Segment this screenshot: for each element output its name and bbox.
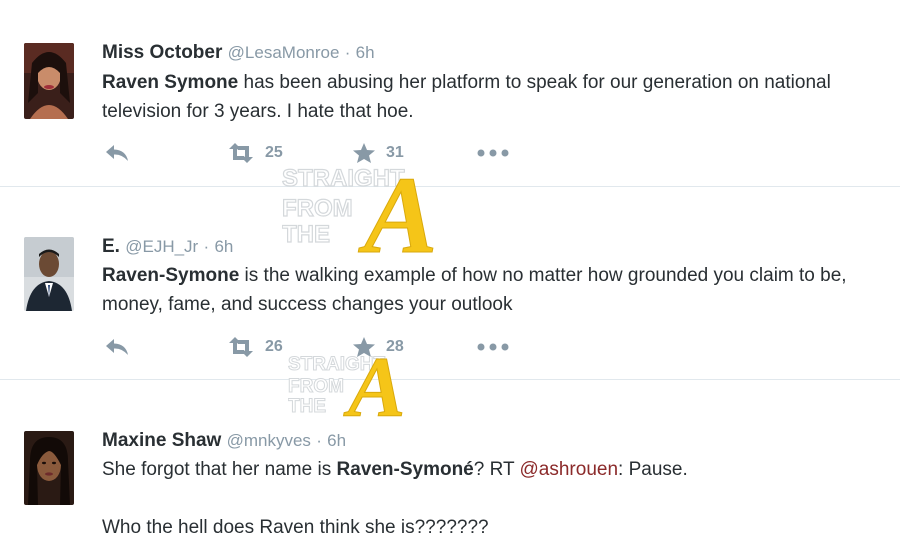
bold-keyword: Raven Symone [102, 72, 239, 93]
display-name[interactable]: E. [102, 236, 120, 257]
more-dots-icon [476, 336, 510, 358]
separator-dot: · [344, 43, 351, 62]
tweet-line: Who the hell does Raven think she is????… [102, 517, 489, 538]
user-handle[interactable]: @EJH_Jr [125, 237, 198, 256]
tweet-text: She forgot that her name is Raven-Symoné… [102, 455, 882, 542]
star-icon [352, 336, 376, 358]
tweet-text: Raven-Symone is the walking example of h… [102, 261, 882, 319]
tweet: Maxine Shaw @mnkyves · 6h She forgot tha… [0, 380, 900, 551]
reply-button[interactable] [104, 336, 130, 358]
tweet-actions: 25 31 [102, 142, 522, 168]
bold-keyword: Raven-Symone [102, 265, 240, 286]
tweet-line: She forgot that her name is Raven-Symoné… [102, 455, 882, 484]
avatar[interactable] [24, 237, 74, 311]
text-segment: ? RT [473, 459, 520, 480]
timestamp[interactable]: 6h [356, 43, 375, 62]
display-name[interactable]: Maxine Shaw [102, 430, 221, 451]
retweet-icon [227, 142, 255, 164]
user-handle[interactable]: @mnkyves [227, 431, 311, 450]
mention-link[interactable]: @ashrouen [520, 459, 619, 480]
star-icon [352, 142, 376, 164]
reply-icon [104, 142, 130, 164]
reply-icon [104, 336, 130, 358]
tweet-header: Miss October @LesaMonroe · 6h [102, 42, 375, 64]
favorite-button[interactable]: 28 [352, 336, 404, 358]
timestamp[interactable]: 6h [327, 431, 346, 450]
tweet-header: Maxine Shaw @mnkyves · 6h [102, 430, 346, 452]
timestamp[interactable]: 6h [214, 237, 233, 256]
separator-dot: · [316, 431, 322, 450]
more-button[interactable] [476, 142, 510, 164]
favorite-count: 31 [386, 144, 404, 161]
tweet: Miss October @LesaMonroe · 6h Raven Symo… [0, 0, 900, 187]
separator-dot: · [203, 237, 210, 256]
tweet-header: E. @EJH_Jr · 6h [102, 236, 233, 258]
more-dots-icon [476, 142, 510, 164]
text-segment: She forgot that her name is [102, 459, 337, 480]
user-handle[interactable]: @LesaMonroe [228, 43, 340, 62]
avatar[interactable] [24, 43, 74, 119]
bold-keyword: Raven-Symoné [336, 459, 474, 480]
tweet-text: Raven Symone has been abusing her platfo… [102, 68, 882, 126]
retweet-count: 25 [265, 144, 283, 161]
text-segment: : Pause. [618, 459, 688, 480]
reply-button[interactable] [104, 142, 130, 164]
favorite-button[interactable]: 31 [352, 142, 404, 164]
tweet-actions: 26 28 [102, 336, 522, 362]
more-button[interactable] [476, 336, 510, 358]
display-name[interactable]: Miss October [102, 42, 222, 63]
favorite-count: 28 [386, 338, 404, 355]
retweet-button[interactable]: 25 [227, 142, 283, 164]
retweet-button[interactable]: 26 [227, 336, 283, 358]
tweet: E. @EJH_Jr · 6h Raven-Symone is the walk… [0, 187, 900, 380]
retweet-count: 26 [265, 338, 283, 355]
retweet-icon [227, 336, 255, 358]
avatar[interactable] [24, 431, 74, 505]
